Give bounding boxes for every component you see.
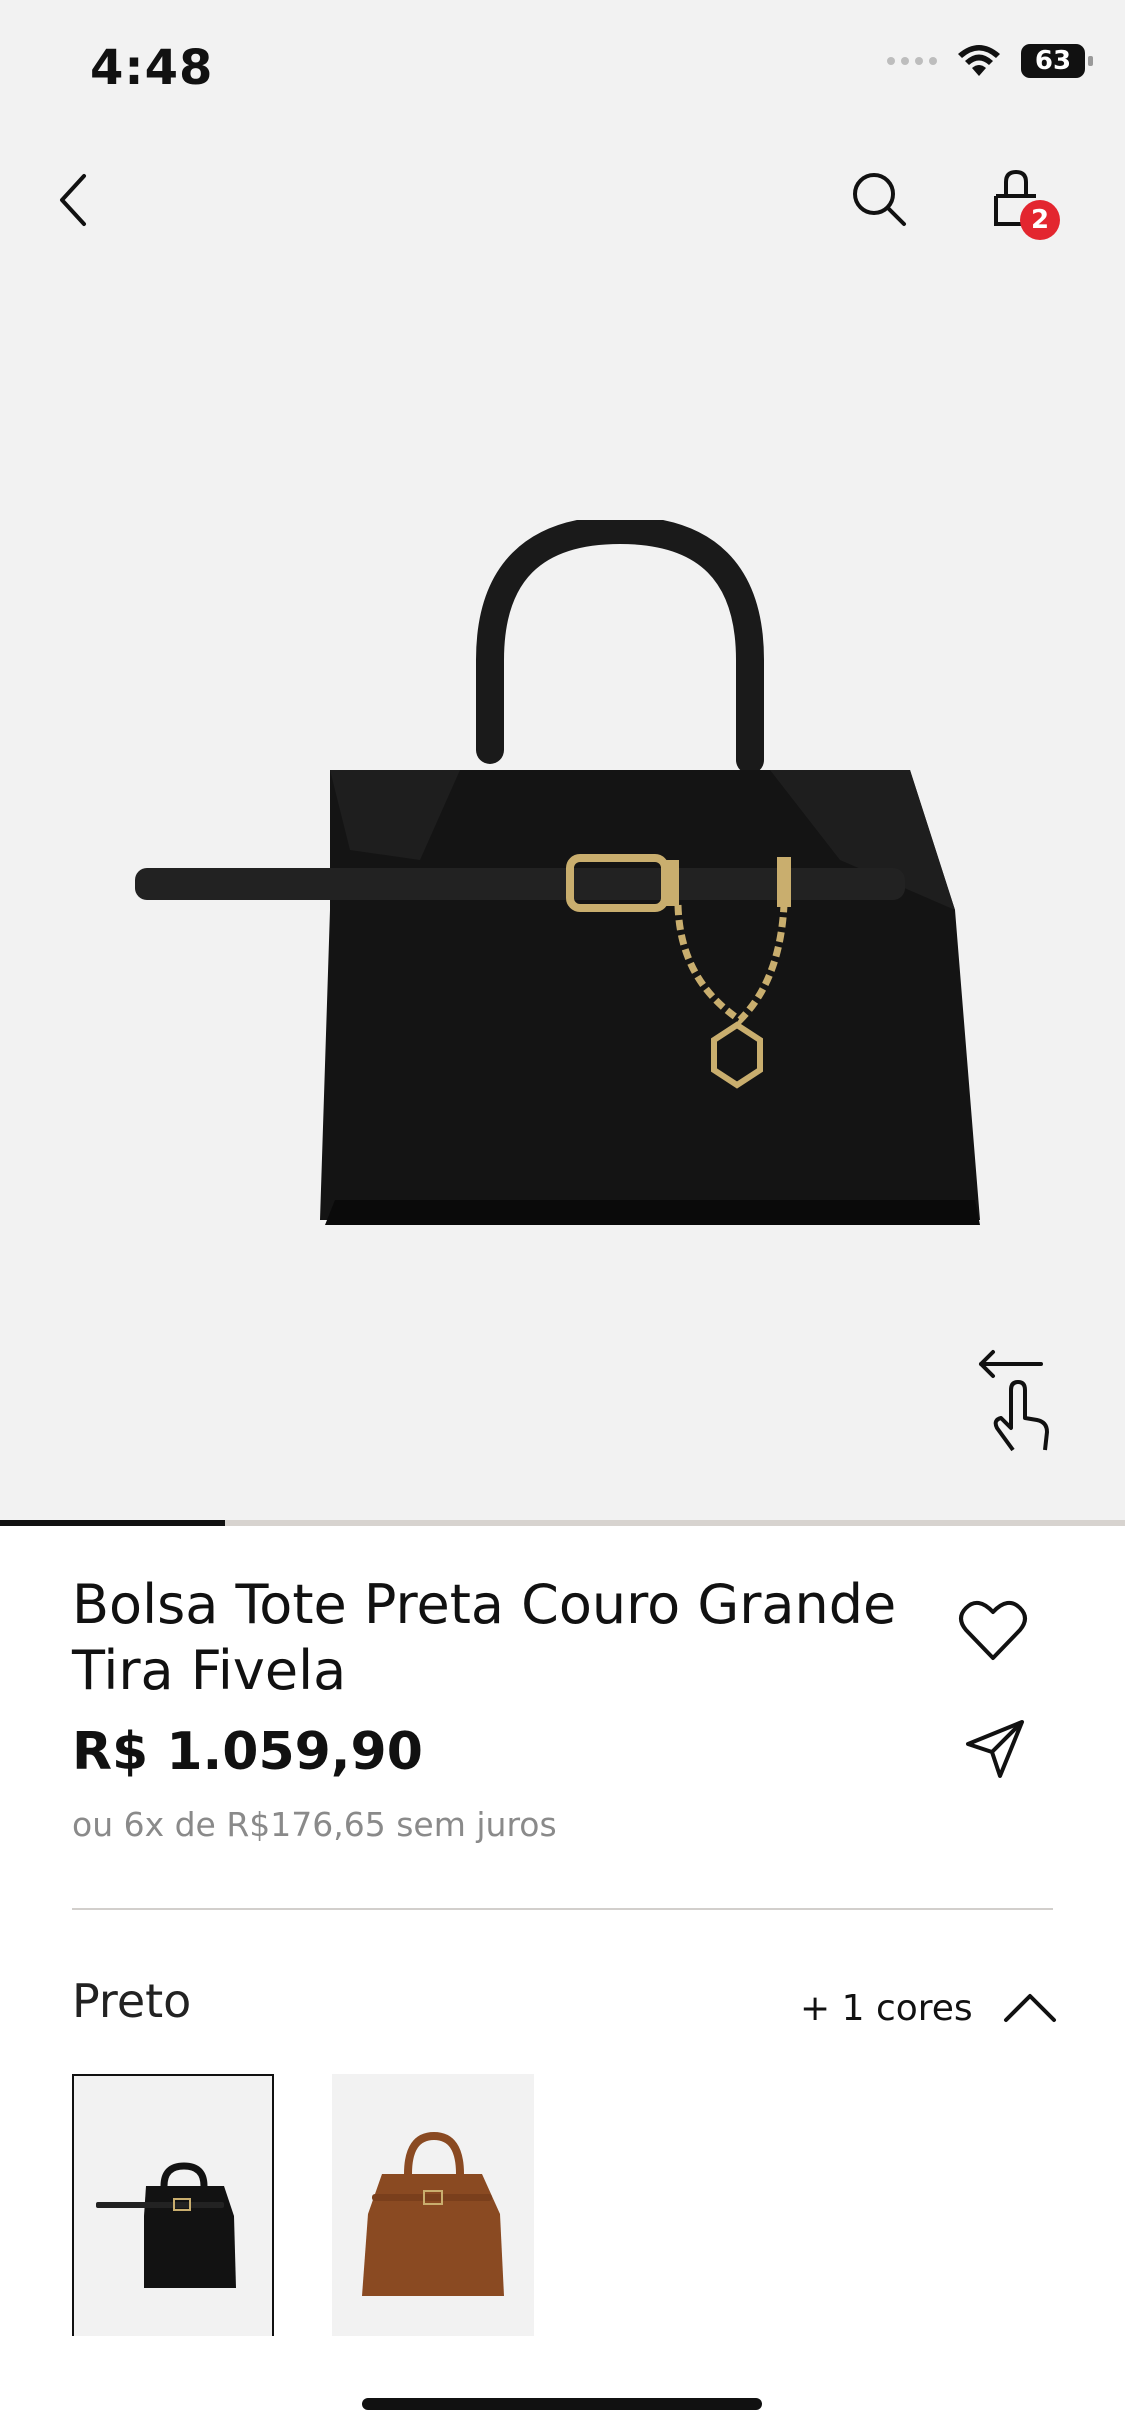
chevron-up-icon[interactable] (1002, 1990, 1058, 2024)
installments-text: ou 6x de R$176,65 sem juros (72, 1805, 557, 1844)
product-image (135, 520, 980, 1225)
share-icon[interactable] (964, 1718, 1026, 1780)
status-icons: 63 (887, 44, 1093, 78)
color-swatch-black[interactable] (72, 2074, 274, 2336)
cellular-signal-icon (887, 57, 937, 65)
product-price: R$ 1.059,90 (72, 1722, 423, 1782)
back-icon[interactable] (50, 170, 100, 230)
home-indicator[interactable] (362, 2398, 762, 2410)
status-time: 4:48 (90, 40, 214, 96)
gallery-progress-fill (0, 1520, 225, 1526)
search-icon[interactable] (848, 168, 912, 232)
gallery-progress-bar (0, 1520, 1125, 1526)
more-colors-toggle[interactable]: + 1 cores (800, 1988, 973, 2029)
product-title: Bolsa Tote Preta Couro Grande Tira Fivel… (72, 1573, 897, 1702)
heart-icon[interactable] (958, 1598, 1028, 1664)
color-swatch-brown[interactable] (332, 2074, 534, 2336)
swatch-black-image (96, 2162, 236, 2288)
wifi-icon (958, 45, 1000, 76)
cart-count-badge: 2 (1020, 200, 1060, 240)
divider (72, 1908, 1053, 1910)
selected-color-label: Preto (72, 1974, 192, 2028)
swipe-left-icon (979, 1350, 1049, 1452)
battery-icon: 63 (1021, 44, 1093, 78)
product-gallery[interactable]: 4:48 63 2 (0, 0, 1125, 1520)
swatch-brown-image (362, 2131, 504, 2296)
